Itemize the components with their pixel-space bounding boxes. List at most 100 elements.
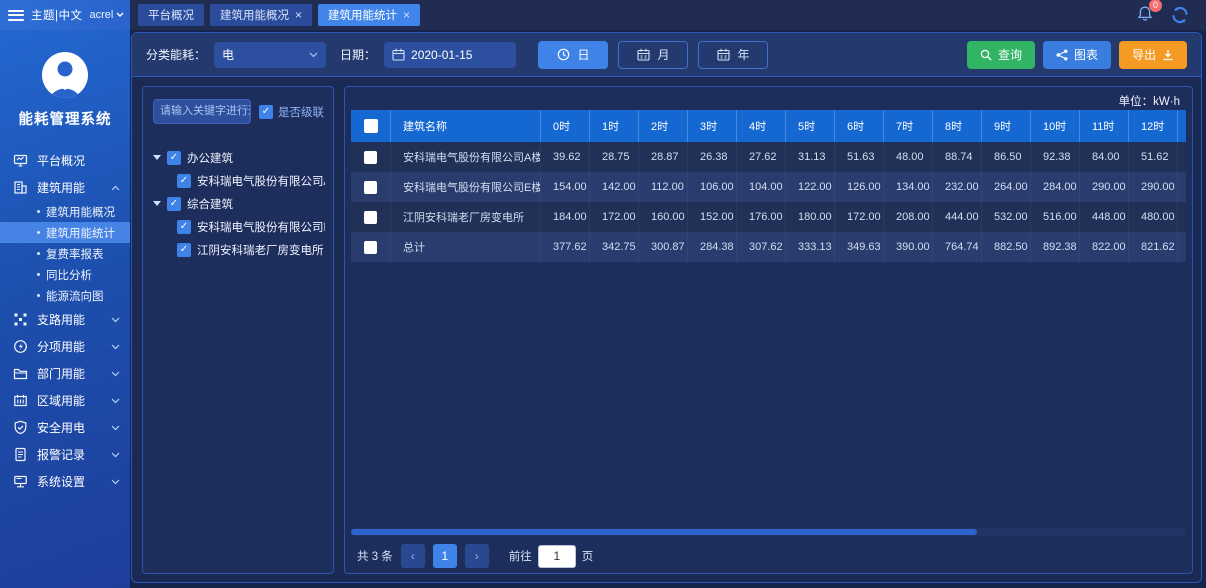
sidebar-item-platform-overview[interactable]: 平台概况 <box>0 147 130 174</box>
tree-expand-icon[interactable] <box>153 155 161 160</box>
notification-badge: 0 <box>1149 0 1162 12</box>
chevron-down-icon <box>111 344 120 350</box>
search-icon <box>980 49 992 61</box>
bullet-icon <box>37 252 40 255</box>
value-cell: 152.00 <box>688 202 737 232</box>
hamburger-icon[interactable] <box>8 10 24 21</box>
prev-page-button[interactable]: ‹ <box>401 544 425 568</box>
tab-platform-overview[interactable]: 平台概况 <box>138 4 204 26</box>
filter-bar: 分类能耗： 电 日期： 2020-01-15 日月年 查询 <box>132 33 1201 77</box>
sidebar-subitem-label: 复费率报表 <box>46 246 104 262</box>
export-button[interactable]: 导出 <box>1119 41 1187 69</box>
value-cell: 26.38 <box>688 142 737 172</box>
user-menu[interactable]: acrel <box>90 9 125 21</box>
granularity-group: 日月年 <box>538 41 768 69</box>
header-hour-0: 0时 <box>541 110 590 142</box>
chart-button[interactable]: 图表 <box>1043 41 1111 69</box>
sidebar-item-label: 系统设置 <box>37 473 102 490</box>
row-checkbox[interactable] <box>364 211 377 224</box>
cascade-label: 是否级联 <box>278 104 324 120</box>
date-input[interactable]: 2020-01-15 <box>384 42 516 68</box>
chevron-down-icon <box>116 12 124 18</box>
granularity-month-button[interactable]: 月 <box>618 41 688 69</box>
refresh-icon[interactable] <box>1170 6 1190 24</box>
tab-strip: 平台概况建筑用能概况×建筑用能统计× <box>130 0 1136 30</box>
building-name-cell: 安科瑞电气股份有限公司E楼 <box>391 172 541 202</box>
horizontal-scrollbar[interactable] <box>351 528 1186 536</box>
tab-building-energy-stats[interactable]: 建筑用能统计× <box>318 4 420 26</box>
value-cell: 39.62 <box>541 142 590 172</box>
header-hour-2: 2时 <box>639 110 688 142</box>
header-hour-5: 5时 <box>786 110 835 142</box>
close-icon[interactable]: × <box>295 9 302 21</box>
tree-checkbox[interactable]: ✓ <box>167 197 181 211</box>
value-cell: 448.00 <box>1080 202 1129 232</box>
query-button[interactable]: 查询 <box>967 41 1035 69</box>
granularity-day-button[interactable]: 日 <box>538 41 608 69</box>
row-checkbox[interactable] <box>364 181 377 194</box>
sidebar-item-building-energy-stats[interactable]: 建筑用能统计 <box>0 222 130 243</box>
tree-node-jiangyin-substation[interactable]: ✓江阴安科瑞老厂房变电所 <box>153 238 325 261</box>
sidebar-item-building-energy-overview[interactable]: 建筑用能概况 <box>0 201 130 222</box>
cascade-checkbox-row[interactable]: ✓ 是否级联 <box>259 104 324 120</box>
sidebar-item-energy-flow-diagram[interactable]: 能源流向图 <box>0 285 130 306</box>
tab-building-energy-overview[interactable]: 建筑用能概况 × <box>210 4 312 26</box>
sidebar-item-alarm-records[interactable]: 报警记录 <box>0 441 130 468</box>
sidebar-item-yoy-analysis[interactable]: 同比分析 <box>0 264 130 285</box>
tree-search-input[interactable]: 请输入关键字进行过滤 <box>153 99 251 124</box>
bullet-icon <box>37 210 40 213</box>
header-hour-10: 10时 <box>1031 110 1080 142</box>
tab-label: 建筑用能概况 <box>220 7 289 23</box>
tree-node-company-a-building[interactable]: ✓安科瑞电气股份有限公司A楼 <box>153 169 325 192</box>
category-label: 分类能耗： <box>146 46 206 63</box>
select-all-checkbox[interactable] <box>364 119 378 133</box>
value-cell: 342.75 <box>590 232 639 262</box>
tree-node-label: 办公建筑 <box>187 150 233 166</box>
value-cell: 821.62 <box>1129 232 1178 262</box>
tree-node-office-building[interactable]: ✓ 办公建筑 <box>153 146 325 169</box>
row-checkbox-cell <box>351 142 391 172</box>
sidebar-item-system-settings[interactable]: 系统设置 <box>0 468 130 495</box>
next-page-button[interactable]: › <box>465 544 489 568</box>
row-checkbox[interactable] <box>364 151 377 164</box>
date-value: 2020-01-15 <box>411 48 472 62</box>
data-table-panel: 单位：kW·h 建筑名称0时1时2时3时4时5时6时7时8时9时10时11时12… <box>344 86 1193 574</box>
tree-expand-icon[interactable] <box>153 201 161 206</box>
app-window: 主题|中文 acrel 平台概况建筑用能概况×建筑用能统计× 0 能耗管理系统 <box>0 0 1206 588</box>
sidebar-item-tariff-report[interactable]: 复费率报表 <box>0 243 130 264</box>
energy-type-select[interactable]: 电 <box>214 42 326 68</box>
value-cell: 444.00 <box>933 202 982 232</box>
chevron-down-icon <box>111 371 120 377</box>
sidebar-item-branch-energy[interactable]: 支路用能 <box>0 306 130 333</box>
cascade-checkbox[interactable]: ✓ <box>259 105 273 119</box>
notification-bell-icon[interactable]: 0 <box>1136 5 1154 26</box>
sidebar-item-department-energy[interactable]: 部门用能 <box>0 360 130 387</box>
sidebar-item-electrical-safety[interactable]: 安全用电 <box>0 414 130 441</box>
scrollbar-thumb[interactable] <box>351 529 977 535</box>
sidebar-item-region-energy[interactable]: 区域用能 <box>0 387 130 414</box>
sidebar-item-building-energy[interactable]: 建筑用能 <box>0 174 130 201</box>
row-checkbox-cell <box>351 232 391 262</box>
value-cell: 51.62 <box>1129 142 1178 172</box>
header-hour-4: 4时 <box>737 110 786 142</box>
table-row: 江阴安科瑞老厂房变电所184.00172.00160.00152.00176.0… <box>351 202 1186 232</box>
tree-node-company-e-building[interactable]: ✓安科瑞电气股份有限公司E楼 <box>153 215 325 238</box>
brand-text: 主题|中文 <box>31 7 83 23</box>
row-checkbox[interactable] <box>364 241 377 254</box>
close-icon[interactable]: × <box>403 9 410 21</box>
goto-page-input[interactable] <box>538 545 576 568</box>
building-tree: ✓ 办公建筑 ✓安科瑞电气股份有限公司A楼✓综合建筑✓安科瑞电气股份有限公司E楼✓江… <box>153 146 325 261</box>
value-cell: 172.00 <box>590 202 639 232</box>
value-cell: 296.00 <box>1178 172 1186 202</box>
tree-checkbox[interactable]: ✓ <box>167 151 181 165</box>
sidebar-item-label: 报警记录 <box>37 446 102 463</box>
granularity-year-button[interactable]: 年 <box>698 41 768 69</box>
tree-checkbox[interactable]: ✓ <box>177 220 191 234</box>
tree-checkbox[interactable]: ✓ <box>177 243 191 257</box>
tree-checkbox[interactable]: ✓ <box>177 174 191 188</box>
sidebar-item-label: 分项用能 <box>37 338 102 355</box>
page-number-button[interactable]: 1 <box>433 544 457 568</box>
sidebar-item-subitem-energy[interactable]: 分项用能 <box>0 333 130 360</box>
row-checkbox-cell <box>351 202 391 232</box>
tree-node-complex-building[interactable]: ✓综合建筑 <box>153 192 325 215</box>
